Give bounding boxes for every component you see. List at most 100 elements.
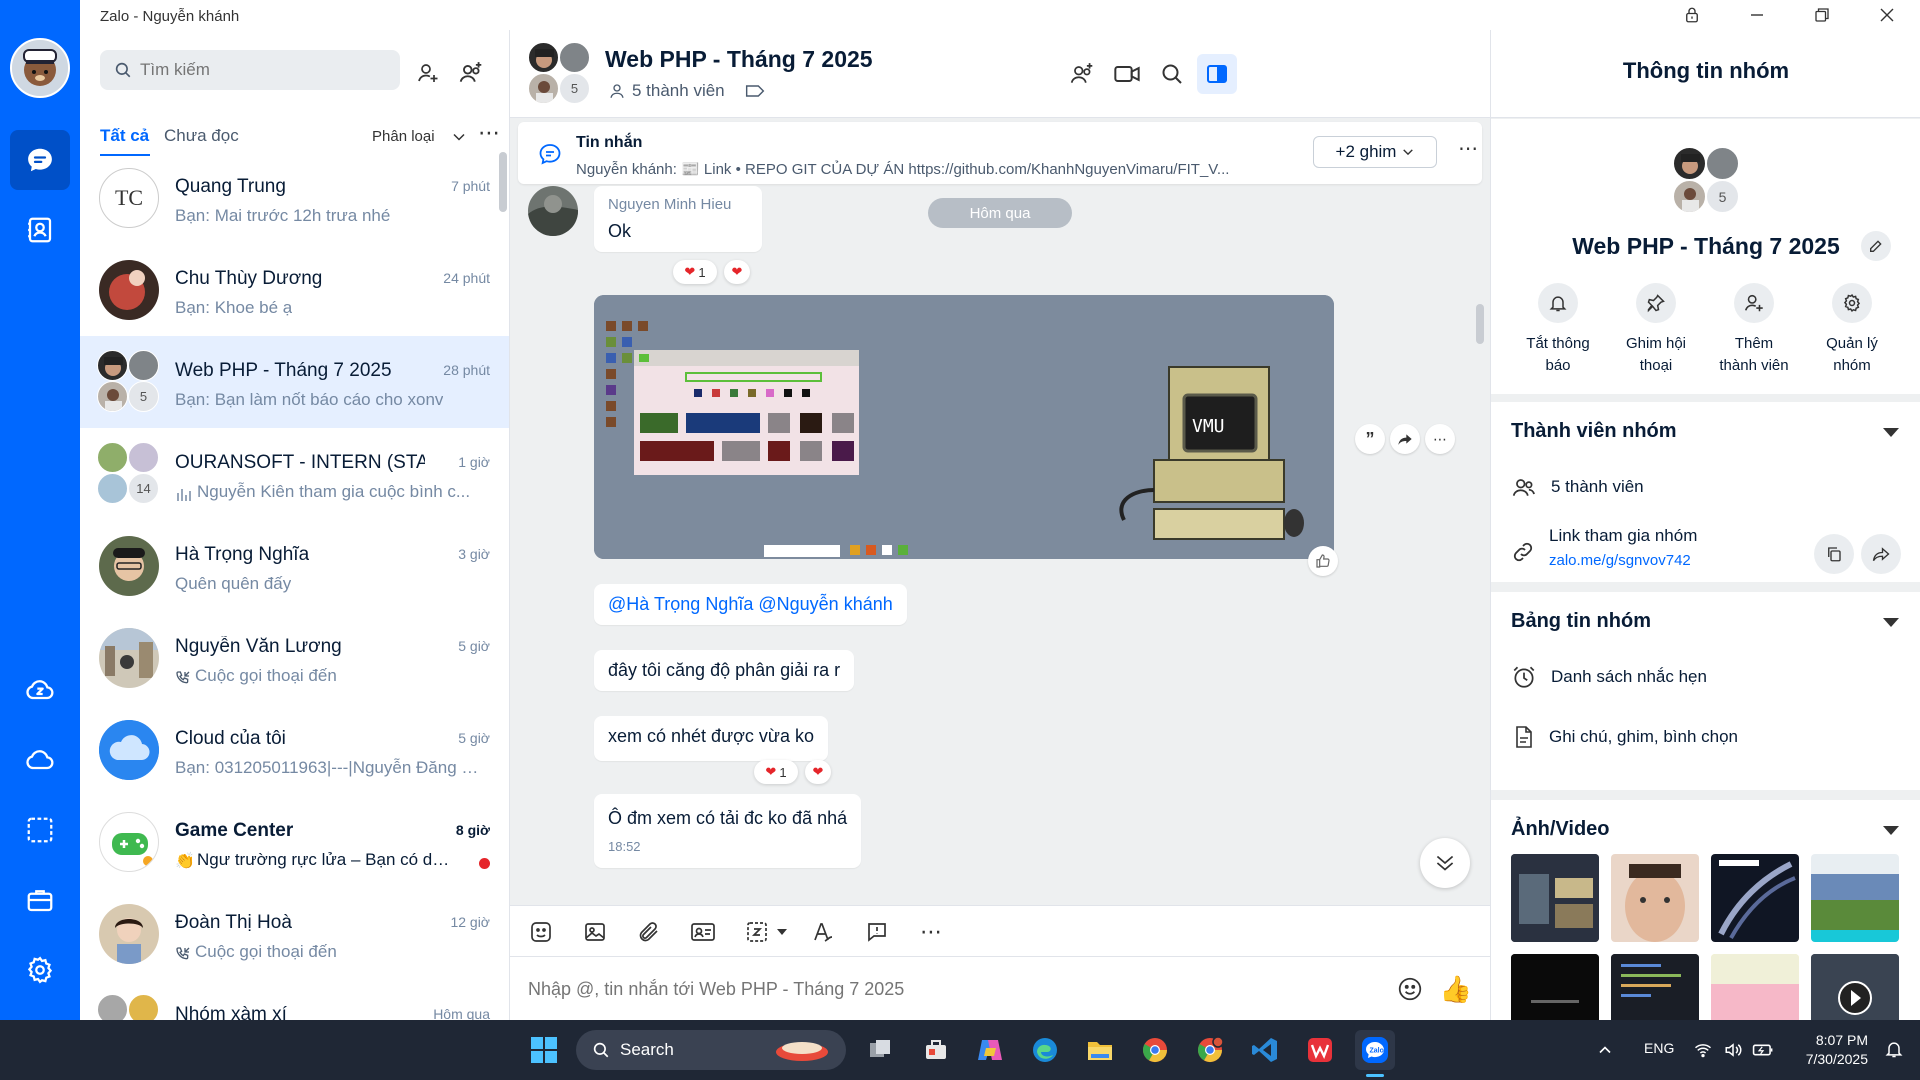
zcloud-nav-button[interactable] — [10, 660, 70, 720]
reaction-summary[interactable]: ❤ 1 — [754, 760, 798, 784]
member-list-link[interactable]: 5 thành viên — [1511, 474, 1644, 500]
taskbar-app-zalo[interactable]: Zalo — [1355, 1030, 1395, 1070]
system-clock[interactable]: 8:07 PM 7/30/2025 — [1794, 1031, 1868, 1069]
sender-avatar[interactable] — [528, 186, 578, 236]
video-call-button[interactable] — [1107, 54, 1147, 94]
lock-button[interactable] — [1660, 0, 1724, 30]
section-title[interactable]: Ảnh/Video — [1511, 818, 1610, 841]
task-view-button[interactable] — [860, 1030, 900, 1070]
message-bubble[interactable]: đây tôi căng độ phân giải ra r — [594, 650, 855, 691]
group-avatar[interactable]: 5 — [528, 42, 592, 106]
share-link-button[interactable] — [1861, 534, 1901, 574]
section-title[interactable]: Bảng tin nhóm — [1511, 610, 1651, 633]
chat-scrollbar[interactable] — [1476, 304, 1484, 344]
react-button[interactable]: ❤ — [724, 260, 750, 284]
cloud-nav-button[interactable] — [10, 730, 70, 790]
minimize-button[interactable] — [1725, 0, 1789, 30]
media-thumbnail[interactable] — [1611, 854, 1699, 942]
contacts-nav-button[interactable] — [10, 200, 70, 260]
send-contact-card-button[interactable] — [686, 916, 720, 948]
create-group-button[interactable] — [454, 56, 488, 90]
volume-status[interactable] — [1718, 1030, 1748, 1070]
restore-button[interactable] — [1790, 0, 1854, 30]
add-member-button[interactable] — [1062, 54, 1102, 94]
conversation-item[interactable]: 5 Web PHP - Tháng 7 2025 28 phút Bạn: Bạ… — [80, 336, 509, 428]
conversation-item[interactable]: Game Center 8 giờ Ngư trường rực lửa – B… — [80, 796, 509, 888]
search-messages-button[interactable] — [1152, 54, 1192, 94]
collapse-caret-icon[interactable] — [1883, 428, 1899, 437]
image-message[interactable]: VMU — [594, 295, 1334, 559]
add-member-action[interactable]: Thêm thành viên — [1709, 283, 1799, 377]
more-options-icon[interactable]: ⋯ — [478, 120, 501, 146]
close-button[interactable] — [1855, 0, 1919, 30]
sticker-button[interactable] — [524, 916, 558, 948]
taskbar-app-chrome-profile[interactable] — [1190, 1030, 1230, 1070]
forward-button[interactable] — [1390, 424, 1420, 454]
conversation-item[interactable]: Đoàn Thị Hoà 12 giờ Cuộc gọi thoại đến — [80, 888, 509, 980]
battery-status[interactable] — [1748, 1030, 1778, 1070]
taskbar-app-file-explorer[interactable] — [1080, 1030, 1120, 1070]
search-box[interactable] — [100, 50, 400, 90]
copy-link-button[interactable] — [1814, 534, 1854, 574]
taskbar-search[interactable]: Search — [576, 1030, 846, 1070]
media-thumbnail[interactable] — [1611, 954, 1699, 1020]
messages-nav-button[interactable] — [10, 130, 70, 190]
taskbar-app-copilot[interactable] — [970, 1030, 1010, 1070]
notification-bell[interactable] — [1884, 1038, 1904, 1060]
invite-link-url[interactable]: zalo.me/g/sgnvov742 — [1549, 552, 1697, 569]
taskbar-app-chrome[interactable] — [1135, 1030, 1175, 1070]
mention-link[interactable]: @Hà Trọng Nghĩa — [608, 594, 753, 614]
message-bubble[interactable]: Nguyen Minh Hieu Ok — [594, 186, 762, 252]
conversation-item[interactable]: Chu Thùy Dương 24 phút Bạn: Khoe bé ạ — [80, 244, 509, 336]
pin-conversation-action[interactable]: Ghim hội thoại — [1611, 283, 1701, 377]
react-button[interactable]: ❤ — [805, 760, 831, 784]
emoji-button[interactable] — [1392, 971, 1428, 1007]
group-avatar[interactable]: 5 — [1673, 147, 1739, 213]
start-button[interactable] — [524, 1030, 564, 1070]
screenshot-nav-button[interactable] — [10, 800, 70, 860]
tab-unread[interactable]: Chưa đọc — [164, 126, 239, 146]
notes-link[interactable]: Ghi chú, ghim, bình chọn — [1511, 724, 1738, 750]
attach-file-button[interactable] — [632, 916, 666, 948]
search-input[interactable] — [140, 60, 380, 80]
conversation-item[interactable]: 14 OURANSOFT - INTERN (STA... 1 giờ Nguy… — [80, 428, 509, 520]
urgent-message-button[interactable] — [860, 916, 894, 948]
network-status[interactable] — [1688, 1030, 1718, 1070]
pinned-message-bar[interactable]: Tin nhắn Nguyễn khánh: 📰 Link • REPO GIT… — [518, 122, 1482, 184]
scroll-to-bottom-button[interactable] — [1420, 838, 1470, 888]
screenshot-button[interactable] — [740, 916, 774, 948]
rename-group-button[interactable] — [1861, 231, 1891, 261]
add-friend-button[interactable] — [411, 56, 445, 90]
message-bubble[interactable]: @Hà Trọng Nghĩa @Nguyễn khánh — [594, 584, 907, 625]
media-thumbnail[interactable] — [1711, 854, 1799, 942]
text-format-button[interactable] — [806, 916, 840, 948]
mention-link[interactable]: @Nguyễn khánh — [758, 594, 892, 614]
quick-like-button[interactable]: 👍 — [1438, 971, 1474, 1007]
taskbar-app-edge[interactable] — [1025, 1030, 1065, 1070]
reaction-summary[interactable]: ❤ 1 — [673, 260, 717, 284]
mute-notifications-action[interactable]: Tắt thông báo — [1513, 283, 1603, 377]
input-language[interactable]: ENG — [1644, 1040, 1674, 1056]
message-more-button[interactable]: ⋯ — [1425, 424, 1455, 454]
conversation-item[interactable]: Nguyễn Văn Lương 5 giờ Cuộc gọi thoại đế… — [80, 612, 509, 704]
taskbar-app-vscode[interactable] — [1245, 1030, 1285, 1070]
collapse-caret-icon[interactable] — [1883, 826, 1899, 835]
classify-dropdown[interactable]: Phân loại — [372, 128, 435, 145]
media-thumbnail[interactable] — [1711, 954, 1799, 1020]
like-button[interactable] — [1308, 546, 1338, 576]
show-hidden-icons-button[interactable] — [1590, 1030, 1620, 1070]
conversation-item[interactable]: Cloud của tôi 5 giờ Bạn: 031205011963|--… — [80, 704, 509, 796]
media-thumbnail[interactable] — [1511, 854, 1599, 942]
more-tools-button[interactable]: ⋯ — [914, 916, 948, 948]
settings-nav-button[interactable] — [10, 940, 70, 1000]
conversation-item[interactable]: Hà Trọng Nghĩa 3 giờ Quên quên đấy — [80, 520, 509, 612]
list-scrollbar[interactable] — [499, 152, 507, 212]
send-image-button[interactable] — [578, 916, 612, 948]
quote-reply-button[interactable]: ” — [1355, 424, 1385, 454]
message-bubble[interactable]: xem có nhét được vừa ko — [594, 716, 828, 761]
reminders-link[interactable]: Danh sách nhắc hẹn — [1511, 664, 1707, 690]
media-video-thumbnail[interactable] — [1811, 954, 1899, 1020]
message-bubble[interactable]: Ô đm xem có tải đc ko đã nhá 18:52 — [594, 794, 862, 868]
screenshot-options-button[interactable] — [772, 916, 792, 948]
tools-nav-button[interactable] — [10, 870, 70, 930]
